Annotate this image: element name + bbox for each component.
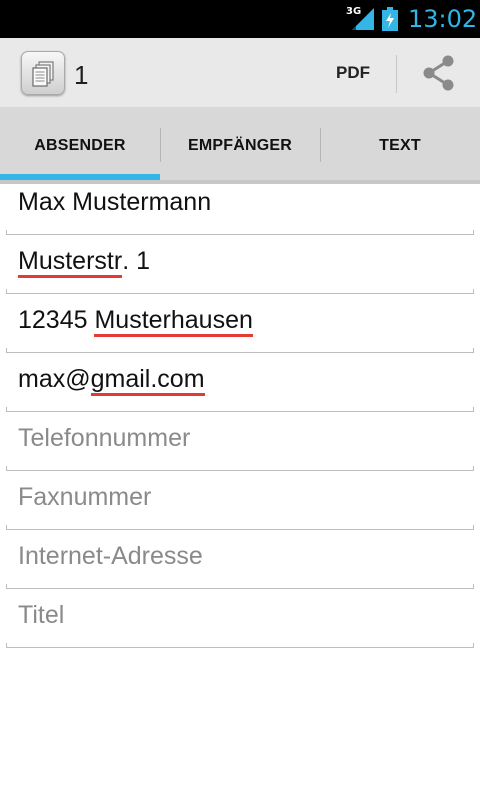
fax-placeholder: Faxnummer [18, 483, 152, 511]
phone-field[interactable]: Telefonnummer [6, 412, 474, 471]
action-bar-divider [396, 55, 397, 93]
website-placeholder: Internet-Adresse [18, 542, 203, 570]
title-field[interactable]: Titel [6, 589, 474, 648]
pdf-button[interactable]: PDF [322, 38, 384, 108]
document-title: 1 [74, 60, 89, 90]
street-value: Musterstr. 1 [18, 247, 150, 276]
documents-icon[interactable] [21, 51, 65, 95]
website-field[interactable]: Internet-Adresse [6, 530, 474, 589]
title-placeholder: Titel [18, 601, 65, 629]
signal-icon [352, 8, 374, 30]
email-value: max@gmail.com [18, 365, 205, 394]
battery-charging-icon [382, 7, 398, 31]
name-value: Max Mustermann [18, 188, 212, 216]
email-field[interactable]: max@gmail.com [6, 353, 474, 412]
status-bar: 3G 13:02 [0, 0, 480, 38]
tab-bar: ABSENDER EMPFÄNGER TEXT [0, 108, 480, 184]
city-field[interactable]: 12345 Musterhausen [6, 294, 474, 353]
spellcheck-word: gmail.com [90, 365, 205, 393]
spellcheck-word: Musterstr [18, 247, 123, 275]
phone-placeholder: Telefonnummer [18, 424, 191, 452]
share-button[interactable] [406, 38, 472, 108]
clock: 13:02 [408, 5, 478, 33]
street-field[interactable]: Musterstr. 1 [6, 235, 474, 294]
street-value-rest: . 1 [122, 247, 150, 275]
city-value: 12345 Musterhausen [18, 306, 253, 335]
email-user: max@ [18, 365, 91, 393]
tab-text[interactable]: TEXT [320, 108, 480, 184]
share-icon [423, 55, 454, 91]
spellcheck-word: Musterhausen [94, 306, 253, 334]
zip-value: 12345 [18, 306, 95, 334]
action-bar: 1 PDF [0, 38, 480, 108]
tab-absender[interactable]: ABSENDER [0, 108, 160, 184]
fax-field[interactable]: Faxnummer [6, 471, 474, 530]
tab-empfaenger[interactable]: EMPFÄNGER [160, 108, 320, 184]
name-field[interactable]: Max Mustermann [6, 176, 474, 235]
field-underline [6, 643, 474, 648]
